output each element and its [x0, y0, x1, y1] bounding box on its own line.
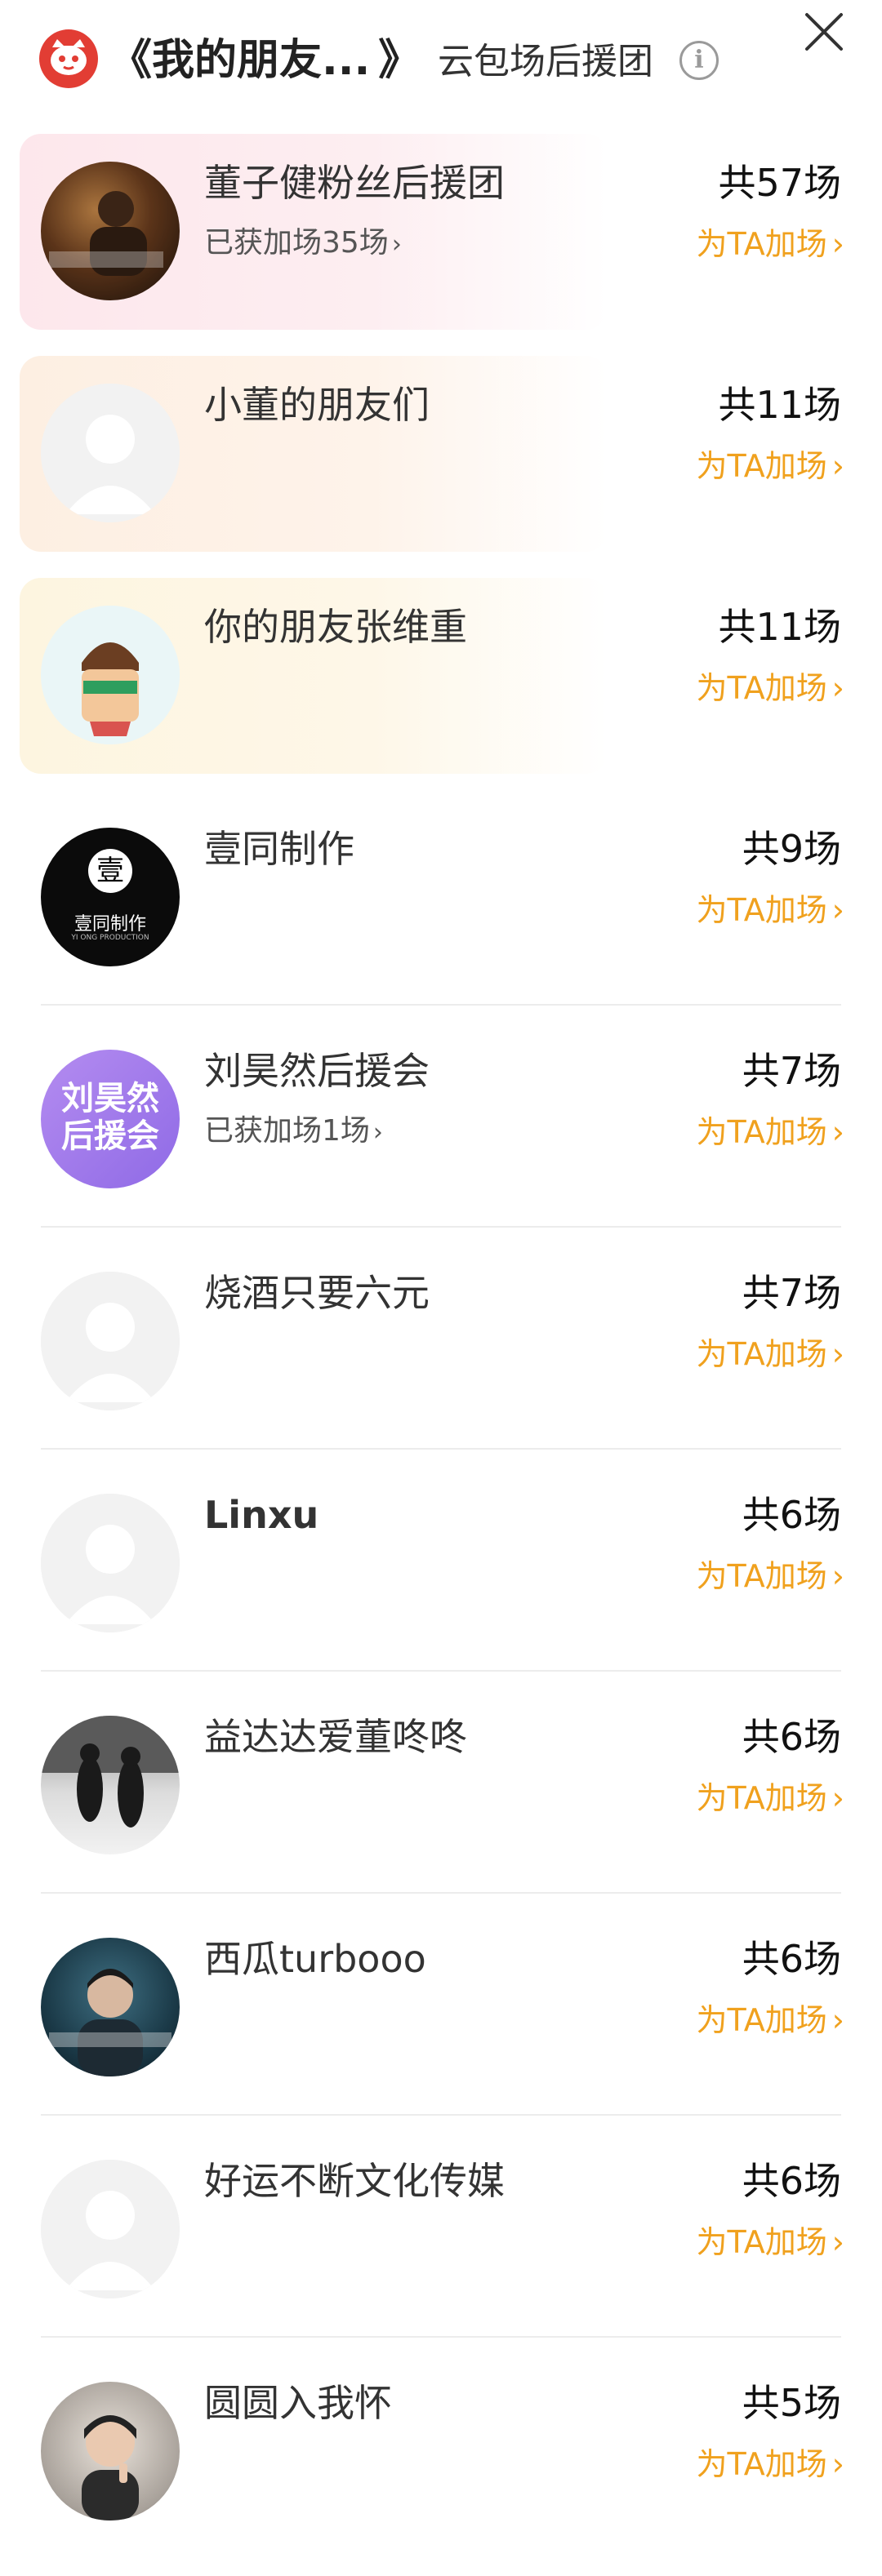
divider — [41, 1892, 841, 1894]
divider — [41, 2114, 841, 2116]
boost-button[interactable]: 为TA加场 › — [697, 446, 844, 486]
fan-club-name: Linxu — [204, 1493, 319, 1537]
show-count: 共6场 — [742, 2159, 841, 2203]
fan-club-name: 益达达爱董咚咚 — [204, 1715, 467, 1759]
show-count: 共11场 — [718, 383, 841, 427]
list-item[interactable]: 你的朋友张维重 共11场 为TA加场 › — [0, 578, 882, 800]
avatar-label: 刘昊然 — [61, 1080, 159, 1117]
divider — [41, 1448, 841, 1450]
chevron-right-icon: › — [372, 1118, 383, 1147]
boost-button[interactable]: 为TA加场 › — [697, 2000, 844, 2041]
avatar[interactable] — [41, 1716, 180, 1854]
list-item[interactable]: 西瓜turbooo 共6场 为TA加场 › — [0, 1910, 882, 2132]
boost-button[interactable]: 为TA加场 › — [697, 1112, 844, 1153]
show-count: 共6场 — [742, 1715, 841, 1759]
close-icon[interactable] — [802, 10, 846, 54]
boost-button[interactable]: 为TA加场 › — [697, 1556, 844, 1597]
avatar-label: 后援会 — [61, 1117, 159, 1155]
fan-club-name: 小董的朋友们 — [204, 383, 430, 427]
divider — [41, 1226, 841, 1228]
page-subtitle: 云包场后援团 — [438, 41, 653, 82]
bonus-shows-link[interactable]: 已获加场35场 › — [204, 224, 402, 264]
fan-club-name: 你的朋友张维重 — [204, 605, 467, 649]
chevron-right-icon: › — [831, 1336, 844, 1372]
list-item[interactable]: Linxu 共6场 为TA加场 › — [0, 1466, 882, 1688]
show-count: 共11场 — [718, 605, 841, 649]
default-avatar-icon[interactable] — [41, 2160, 180, 2298]
avatar[interactable]: 壹 壹同制作 YI ONG PRODUCTION — [41, 828, 180, 966]
avatar[interactable] — [41, 1938, 180, 2076]
avatar[interactable]: 刘昊然 后援会 — [41, 1050, 180, 1188]
list-item[interactable]: 圆圆入我怀 共5场 为TA加场 › — [0, 2354, 882, 2576]
boost-button[interactable]: 为TA加场 › — [697, 668, 844, 708]
list-item[interactable]: 烧酒只要六元 共7场 为TA加场 › — [0, 1244, 882, 1466]
chevron-right-icon: › — [831, 448, 844, 484]
chevron-right-icon: › — [831, 2224, 844, 2260]
chevron-right-icon: › — [831, 1114, 844, 1150]
divider — [41, 1670, 841, 1672]
chevron-right-icon: › — [831, 1558, 844, 1594]
list-item[interactable]: 董子健粉丝后援团 已获加场35场 › 共57场 为TA加场 › — [0, 134, 882, 356]
info-icon[interactable]: i — [679, 41, 719, 80]
fan-club-name: 刘昊然后援会 — [204, 1049, 430, 1093]
bonus-shows-link[interactable]: 已获加场1场 › — [204, 1112, 383, 1153]
show-count: 共57场 — [718, 161, 841, 205]
show-count: 共6场 — [742, 1937, 841, 1981]
chevron-right-icon: › — [831, 2446, 844, 2482]
fan-club-name: 好运不断文化传媒 — [204, 2159, 505, 2203]
list-item[interactable]: 刘昊然 后援会 刘昊然后援会 已获加场1场 › 共7场 为TA加场 › — [0, 1022, 882, 1244]
page-title: 《我的朋友... 》 — [109, 36, 421, 85]
show-count: 共7场 — [742, 1049, 841, 1093]
fan-club-name: 壹同制作 — [204, 827, 354, 871]
default-avatar-icon[interactable] — [41, 384, 180, 522]
chevron-right-icon: › — [831, 892, 844, 928]
avatar[interactable] — [41, 2382, 180, 2520]
boost-button[interactable]: 为TA加场 › — [697, 1334, 844, 1375]
list-item[interactable]: 好运不断文化传媒 共6场 为TA加场 › — [0, 2132, 882, 2354]
show-count: 共6场 — [742, 1493, 841, 1537]
chevron-right-icon: › — [831, 2002, 844, 2038]
fan-club-name: 烧酒只要六元 — [204, 1271, 430, 1315]
show-count: 共5场 — [742, 2381, 841, 2425]
header: 《我的朋友... 》 云包场后援团 i — [0, 0, 882, 122]
boost-button[interactable]: 为TA加场 › — [697, 1778, 844, 1819]
maoyan-cat-logo-icon — [39, 29, 98, 88]
boost-button[interactable]: 为TA加场 › — [697, 224, 844, 264]
boost-button[interactable]: 为TA加场 › — [697, 2222, 844, 2263]
avatar-caption: YI ONG PRODUCTION — [71, 934, 149, 942]
default-avatar-icon[interactable] — [41, 1494, 180, 1632]
list-item[interactable]: 益达达爱董咚咚 共6场 为TA加场 › — [0, 1688, 882, 1910]
avatar-logo: 壹 — [88, 849, 132, 893]
avatar-label: 壹同制作 — [74, 914, 146, 935]
list-item[interactable]: 壹 壹同制作 YI ONG PRODUCTION 壹同制作 共9场 为TA加场 › — [0, 800, 882, 1022]
show-count: 共7场 — [742, 1271, 841, 1315]
chevron-right-icon: › — [831, 1780, 844, 1816]
list-item[interactable]: 小董的朋友们 共11场 为TA加场 › — [0, 356, 882, 578]
divider — [41, 2336, 841, 2338]
boost-button[interactable]: 为TA加场 › — [697, 2444, 844, 2485]
chevron-right-icon: › — [391, 230, 402, 259]
chevron-right-icon: › — [831, 226, 844, 262]
chevron-right-icon: › — [831, 670, 844, 706]
boost-button[interactable]: 为TA加场 › — [697, 890, 844, 930]
avatar[interactable] — [41, 606, 180, 744]
default-avatar-icon[interactable] — [41, 1272, 180, 1410]
avatar[interactable] — [41, 162, 180, 300]
show-count: 共9场 — [742, 827, 841, 871]
divider — [41, 1004, 841, 1006]
fan-club-name: 圆圆入我怀 — [204, 2381, 392, 2425]
fan-club-name: 董子健粉丝后援团 — [204, 161, 505, 205]
fan-club-name: 西瓜turbooo — [204, 1937, 426, 1981]
